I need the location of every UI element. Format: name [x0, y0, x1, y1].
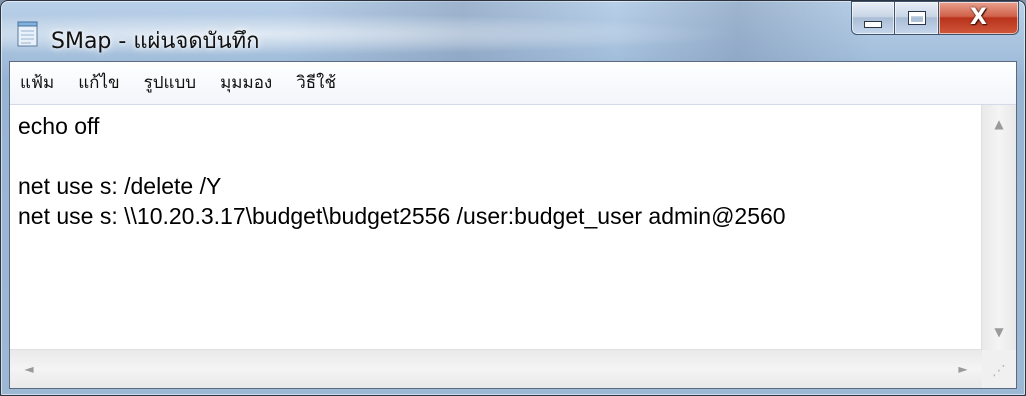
window-title: SMap - แผ่นจดบันทึก	[51, 29, 260, 54]
menu-file[interactable]: แฟ้ม	[10, 62, 66, 104]
scroll-down-icon[interactable]: ▼	[982, 315, 1016, 349]
title-bar[interactable]: SMap - แผ่นจดบันทึก X	[1, 1, 1025, 61]
menu-edit[interactable]: แก้ไข	[66, 62, 131, 104]
client-area: แฟ้ม แก้ไข รูปแบบ มุมมอง วิธีใช้ echo of…	[9, 61, 1017, 389]
menu-bar: แฟ้ม แก้ไข รูปแบบ มุมมอง วิธีใช้	[10, 62, 1016, 105]
minimize-button[interactable]	[851, 1, 895, 35]
menu-view[interactable]: มุมมอง	[208, 62, 284, 104]
menu-help[interactable]: วิธีใช้	[284, 62, 348, 104]
minimize-icon	[864, 20, 882, 28]
notepad-window: SMap - แผ่นจดบันทึก X แฟ้ม แก้ไข รูปแบบ …	[0, 0, 1026, 396]
close-icon: X	[970, 5, 987, 30]
scroll-left-icon[interactable]: ◄	[12, 352, 46, 386]
maximize-icon	[907, 11, 926, 25]
scroll-up-icon[interactable]: ▲	[982, 107, 1016, 141]
caption-buttons: X	[851, 1, 1019, 37]
menu-format[interactable]: รูปแบบ	[132, 62, 208, 104]
editor-line: net use s: \\10.20.3.17\budget\budget255…	[18, 203, 786, 229]
notepad-icon[interactable]	[17, 21, 39, 47]
maximize-button[interactable]	[895, 1, 939, 35]
editor-line: net use s: /delete /Y	[18, 173, 222, 199]
scroll-right-icon[interactable]: ►	[946, 352, 980, 386]
close-button[interactable]: X	[939, 1, 1019, 35]
horizontal-scrollbar[interactable]: ◄ ►	[10, 349, 982, 388]
resize-grip-icon: ⋰	[992, 363, 1006, 379]
vertical-scrollbar[interactable]: ▲ ▼	[981, 105, 1016, 351]
editor-line: echo off	[18, 113, 100, 139]
size-grip[interactable]: ⋰	[982, 350, 1016, 388]
text-editor[interactable]: echo off net use s: /delete /Y net use s…	[10, 105, 982, 351]
